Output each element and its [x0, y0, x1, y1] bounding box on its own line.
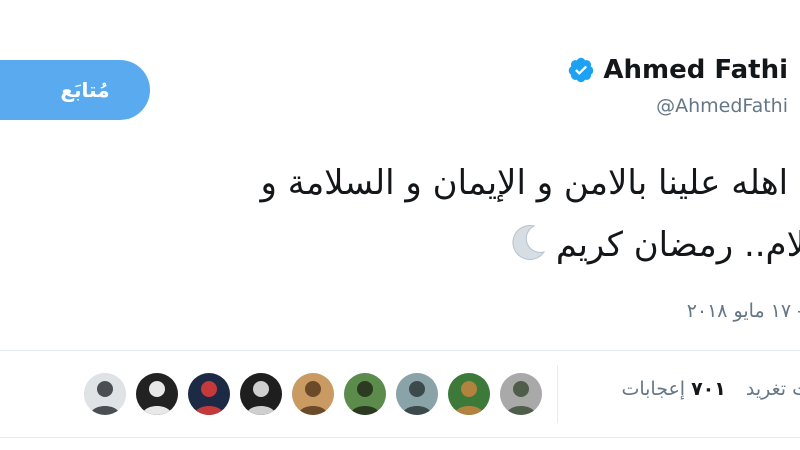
crescent-moon-icon — [508, 220, 548, 260]
divider — [0, 437, 800, 438]
retweets-label: ت تغريد — [745, 378, 800, 400]
following-button-label: مُتابَع — [60, 78, 110, 102]
tweet-text-line-2: لام.. رمضان كريم — [260, 214, 800, 276]
tweet-stats: ت تغريد ٧٠١إعجابات — [621, 378, 800, 400]
tweet-text: م اهله علينا بالامن و الإيمان و السلامة … — [260, 152, 800, 276]
tweet-author[interactable]: Ahmed Fathi @AhmedFathi — [567, 55, 788, 117]
liker-avatar[interactable] — [136, 373, 178, 415]
tweet-text-line-1: م اهله علينا بالامن و الإيمان و السلامة … — [260, 163, 800, 203]
retweets-stat[interactable]: ت تغريد — [746, 378, 800, 400]
liker-avatar[interactable] — [84, 373, 126, 415]
liker-avatar[interactable] — [344, 373, 386, 415]
likers-avatar-list — [84, 373, 542, 415]
likes-stat[interactable]: ٧٠١إعجابات — [621, 378, 725, 400]
divider — [0, 350, 800, 351]
tweet-timestamp[interactable]: - ١٧ مايو ٢٠١٨ — [687, 300, 800, 322]
tweet-text-line-2-content: لام.. رمضان كريم — [555, 225, 800, 265]
likes-label: إعجابات — [621, 378, 686, 400]
verified-badge-icon — [567, 56, 595, 84]
liker-avatar[interactable] — [240, 373, 282, 415]
stats-divider — [557, 365, 558, 423]
author-handle: @AhmedFathi — [656, 95, 788, 117]
following-button[interactable]: مُتابَع — [0, 60, 150, 120]
author-name: Ahmed Fathi — [603, 55, 788, 85]
liker-avatar[interactable] — [500, 373, 542, 415]
liker-avatar[interactable] — [188, 373, 230, 415]
likes-count: ٧٠١ — [691, 378, 726, 400]
liker-avatar[interactable] — [448, 373, 490, 415]
liker-avatar[interactable] — [292, 373, 334, 415]
liker-avatar[interactable] — [396, 373, 438, 415]
